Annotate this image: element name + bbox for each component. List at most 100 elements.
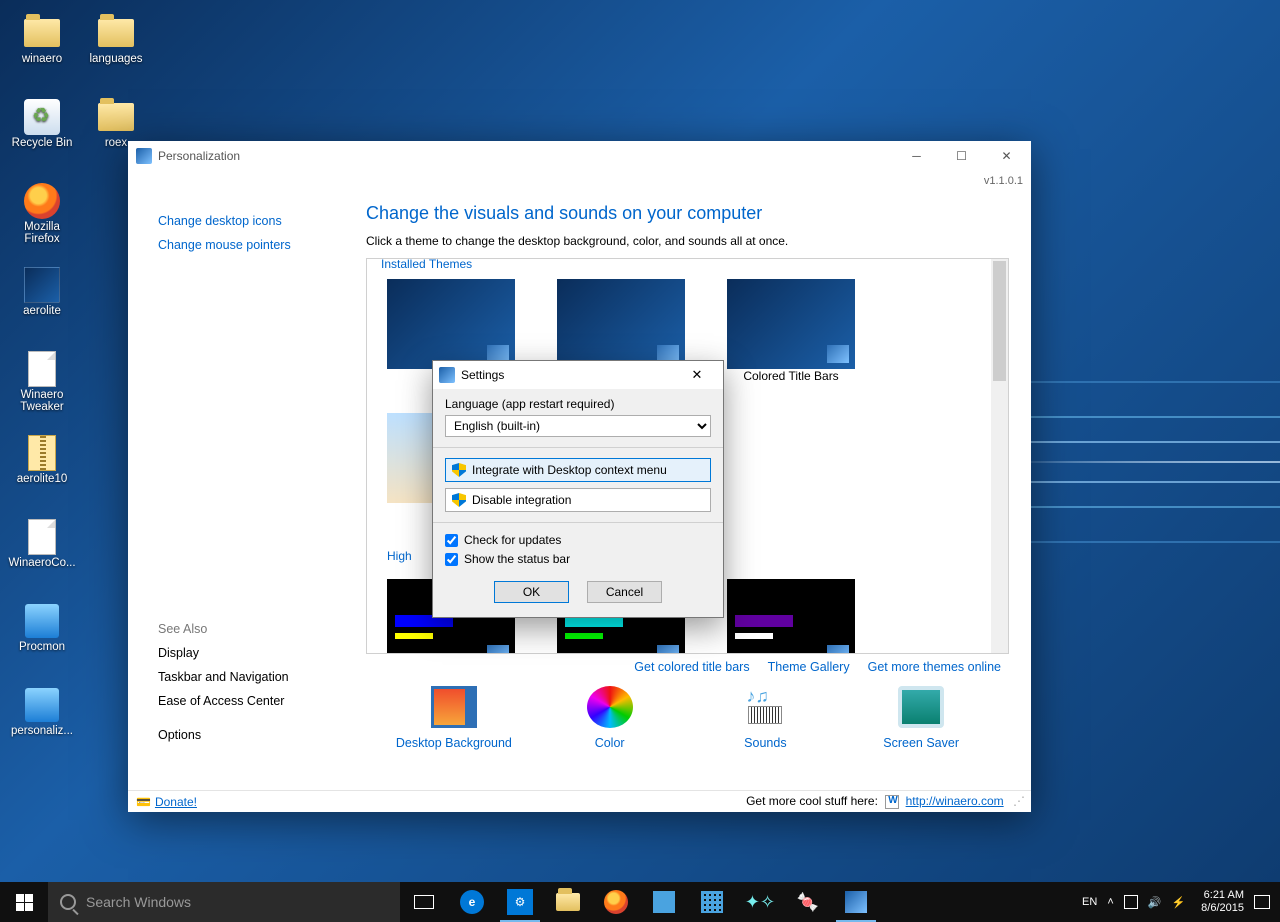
desktop-icon-procmon[interactable]: Procmon bbox=[7, 597, 77, 679]
link-display[interactable]: Display bbox=[158, 641, 366, 665]
desktop-icon-aerolite[interactable]: aerolite bbox=[7, 261, 77, 343]
btn-desktop-background[interactable]: Desktop Background bbox=[379, 686, 529, 750]
statusbar: 💳 Donate! Get more cool stuff here: http… bbox=[128, 790, 1031, 812]
taskbar-app-2[interactable] bbox=[688, 882, 736, 922]
resize-grip[interactable]: ⋰ bbox=[1013, 794, 1023, 808]
main-heading: Change the visuals and sounds on your co… bbox=[366, 203, 1009, 224]
donate-icon: 💳 bbox=[136, 795, 151, 809]
network-icon[interactable] bbox=[1124, 895, 1138, 909]
dialog-close-button[interactable]: ✕ bbox=[677, 362, 717, 388]
btn-screen-saver[interactable]: Screen Saver bbox=[846, 686, 996, 750]
volume-icon[interactable]: 🔊 bbox=[1148, 896, 1162, 909]
firefox-icon bbox=[24, 183, 60, 219]
sparkle-icon: ✦✧ bbox=[745, 892, 775, 913]
taskbar: Search Windows e ⚙ ✦✧ 🍬 EN ˄ 🔊 ⚡ 6:21 AM… bbox=[0, 882, 1280, 922]
search-placeholder: Search Windows bbox=[86, 894, 191, 910]
link-change-mouse-pointers[interactable]: Change mouse pointers bbox=[158, 233, 366, 257]
recycle-icon bbox=[24, 99, 60, 135]
check-updates-checkbox[interactable]: Check for updates bbox=[445, 533, 711, 547]
color-wheel-icon bbox=[587, 686, 633, 728]
ok-button[interactable]: OK bbox=[494, 581, 569, 603]
link-change-desktop-icons[interactable]: Change desktop icons bbox=[158, 209, 366, 233]
grid-icon bbox=[701, 891, 723, 913]
shield-icon bbox=[452, 463, 466, 477]
taskbar-edge[interactable]: e bbox=[448, 882, 496, 922]
btn-sounds[interactable]: ♪♫Sounds bbox=[690, 686, 840, 750]
dialog-title: Settings bbox=[461, 368, 504, 382]
app-icon bbox=[136, 148, 152, 164]
winaero-link[interactable]: http://winaero.com bbox=[906, 794, 1004, 808]
desktop-icon-firefox[interactable]: Mozilla Firefox bbox=[7, 177, 77, 259]
dialog-titlebar[interactable]: Settings ✕ bbox=[433, 361, 723, 389]
btn-color[interactable]: Color bbox=[535, 686, 685, 750]
desktop-icon-winaero-tweaker[interactable]: Winaero Tweaker bbox=[7, 345, 77, 427]
search-icon bbox=[60, 894, 76, 910]
show-statusbar-checkbox[interactable]: Show the status bar bbox=[445, 552, 711, 566]
desktop-icon-winaero[interactable]: winaero bbox=[7, 9, 77, 91]
integrate-button[interactable]: Integrate with Desktop context menu bbox=[445, 458, 711, 482]
maximize-button[interactable]: ☐ bbox=[939, 142, 984, 171]
disable-integration-button[interactable]: Disable integration bbox=[445, 488, 711, 512]
taskbar-firefox[interactable] bbox=[592, 882, 640, 922]
system-tray: EN ˄ 🔊 ⚡ 6:21 AM8/6/2015 bbox=[1072, 882, 1280, 922]
taskbar-explorer[interactable] bbox=[544, 882, 592, 922]
settings-dialog: Settings ✕ Language (app restart require… bbox=[432, 360, 724, 618]
link-options[interactable]: Options bbox=[158, 723, 366, 747]
monitor-icon bbox=[898, 686, 944, 728]
shield-icon bbox=[452, 493, 466, 507]
language-indicator[interactable]: EN bbox=[1082, 896, 1097, 908]
scrollbar[interactable] bbox=[991, 259, 1008, 653]
language-select[interactable]: English (built-in) bbox=[445, 415, 711, 437]
scroll-thumb[interactable] bbox=[993, 261, 1006, 381]
link-colored-title-bars[interactable]: Get colored title bars bbox=[634, 660, 749, 674]
link-ease-of-access[interactable]: Ease of Access Center bbox=[158, 689, 366, 713]
close-button[interactable]: ✕ bbox=[984, 142, 1029, 171]
wallpaper-burst bbox=[1000, 261, 1280, 661]
folder-icon bbox=[556, 893, 580, 911]
theme-hc-3[interactable] bbox=[727, 579, 855, 654]
taskbar-app-4[interactable]: 🍬 bbox=[784, 882, 832, 922]
personalization-icon bbox=[845, 891, 867, 913]
installed-themes-label: Installed Themes bbox=[377, 258, 476, 271]
main-subtext: Click a theme to change the desktop back… bbox=[366, 234, 1009, 248]
search-box[interactable]: Search Windows bbox=[48, 882, 400, 922]
desktop-icon-aerolite10[interactable]: aerolite10 bbox=[7, 429, 77, 511]
sounds-icon: ♪♫ bbox=[742, 686, 788, 728]
candy-icon: 🍬 bbox=[797, 892, 819, 913]
task-view-button[interactable] bbox=[400, 882, 448, 922]
cool-stuff-label: Get more cool stuff here: bbox=[746, 794, 878, 808]
sidebar: Change desktop icons Change mouse pointe… bbox=[128, 171, 366, 790]
desktop-icon-winaeroco[interactable]: WinaeroCo... bbox=[7, 513, 77, 595]
taskbar-settings[interactable]: ⚙ bbox=[496, 882, 544, 922]
start-button[interactable] bbox=[0, 882, 48, 922]
firefox-icon bbox=[604, 890, 628, 914]
desktop-icon-recycle-bin[interactable]: Recycle Bin bbox=[7, 93, 77, 175]
dialog-app-icon bbox=[439, 367, 455, 383]
link-taskbar-navigation[interactable]: Taskbar and Navigation bbox=[158, 665, 366, 689]
see-also-label: See Also bbox=[158, 617, 366, 641]
link-theme-gallery[interactable]: Theme Gallery bbox=[768, 660, 850, 674]
taskbar-app-3[interactable]: ✦✧ bbox=[736, 882, 784, 922]
clock[interactable]: 6:21 AM8/6/2015 bbox=[1195, 889, 1244, 915]
power-icon[interactable]: ⚡ bbox=[1171, 896, 1185, 909]
windows-logo-icon bbox=[16, 894, 33, 911]
action-center-icon[interactable] bbox=[1254, 895, 1270, 909]
taskbar-personalization[interactable] bbox=[832, 882, 880, 922]
desktop-icon-personaliz[interactable]: personaliz... bbox=[7, 681, 77, 763]
link-more-themes-online[interactable]: Get more themes online bbox=[868, 660, 1001, 674]
theme-colored-title-bars[interactable]: Colored Title Bars bbox=[727, 279, 855, 383]
desktop-icon-languages[interactable]: languages bbox=[81, 9, 151, 91]
donate-link[interactable]: Donate! bbox=[155, 795, 197, 809]
titlebar[interactable]: Personalization ─ ☐ ✕ bbox=[128, 141, 1031, 171]
edge-icon: e bbox=[460, 890, 484, 914]
gear-icon: ⚙ bbox=[507, 889, 533, 915]
tray-overflow-button[interactable]: ˄ bbox=[1107, 896, 1113, 908]
winaero-logo-icon bbox=[885, 795, 899, 809]
taskbar-app-1[interactable] bbox=[640, 882, 688, 922]
generic-app-icon bbox=[653, 891, 675, 913]
cancel-button[interactable]: Cancel bbox=[587, 581, 662, 603]
window-title: Personalization bbox=[158, 149, 240, 163]
language-label: Language (app restart required) bbox=[445, 397, 711, 411]
task-view-icon bbox=[414, 895, 434, 909]
minimize-button[interactable]: ─ bbox=[894, 142, 939, 171]
